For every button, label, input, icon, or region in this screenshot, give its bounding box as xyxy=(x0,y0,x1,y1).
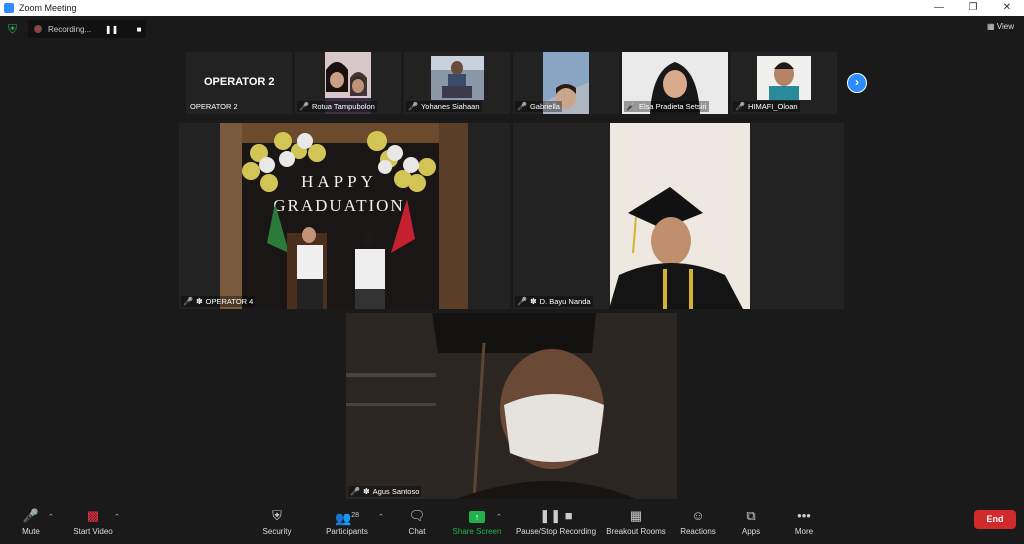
breakout-rooms-button[interactable]: ▦ Breakout Rooms xyxy=(604,507,668,536)
stop-recording-button[interactable]: ■ xyxy=(132,25,146,34)
participants-icon: 👥28 xyxy=(335,510,359,526)
mic-muted-icon: 🎤 xyxy=(735,102,745,111)
window-title: Zoom Meeting xyxy=(19,3,77,13)
close-button[interactable]: ✕ xyxy=(990,0,1024,16)
participant-label: 🎤 ✽ D. Bayu Nanda xyxy=(515,296,593,307)
pause-stop-recording-button[interactable]: ❚❚ ■ Pause/Stop Recording xyxy=(514,507,598,536)
participants-count: 28 xyxy=(351,512,359,519)
security-button[interactable]: ⛨ Security xyxy=(258,507,296,536)
participants-options-caret[interactable]: ⌃ xyxy=(378,513,384,521)
pause-stop-icon: ❚❚ ■ xyxy=(539,508,573,523)
mic-muted-icon: 🎤 xyxy=(517,297,527,306)
mic-muted-icon: 🎤 xyxy=(626,102,636,111)
reactions-button[interactable]: ☺ Reactions xyxy=(678,507,718,536)
more-button[interactable]: ••• More xyxy=(790,507,818,536)
view-button[interactable]: ▦ View xyxy=(987,22,1014,31)
mic-muted-icon: 🎤 xyxy=(350,487,360,496)
pause-recording-button[interactable]: ❚❚ xyxy=(105,25,119,34)
participant-video xyxy=(346,313,677,499)
smiley-icon: ☺ xyxy=(691,508,705,523)
pin-icon: ✽ xyxy=(529,297,537,306)
zoom-logo-icon xyxy=(4,3,14,13)
microphone-icon: 🎤 xyxy=(22,508,40,523)
minimize-button[interactable]: — xyxy=(922,0,956,16)
video-tile-operator4[interactable]: HAPPY GRADUATION 🎤 ✽ OPERATOR 4 xyxy=(179,123,510,309)
start-video-button[interactable]: ▩ Start Video xyxy=(68,507,118,536)
maximize-button[interactable]: ❐ xyxy=(956,0,990,16)
video-tile-agus-santoso[interactable]: 🎤 ✽ Agus Santoso xyxy=(346,313,677,499)
share-screen-icon: ↑ xyxy=(452,507,502,525)
participant-label: 🎤 Rotua Tampubolon xyxy=(297,101,377,112)
mic-muted-icon: 🎤 xyxy=(183,297,193,306)
participant-label: 🎤 Elsa Pradieta Setsiri xyxy=(624,101,709,112)
participant-label: 🎤 Yohanes Siahaan xyxy=(406,101,482,112)
security-shield-icon: ⛨ xyxy=(272,508,282,523)
participant-label: 🎤 Gabriella xyxy=(515,101,562,112)
chat-button[interactable]: 🗨 Chat xyxy=(404,507,430,536)
mic-muted-icon: 🎤 xyxy=(299,102,309,111)
end-meeting-button[interactable]: End xyxy=(974,510,1016,529)
recording-label: Recording... xyxy=(48,24,92,34)
participant-label: OPERATOR 2 xyxy=(190,102,238,111)
next-page-button[interactable]: › xyxy=(847,73,867,93)
participants-button[interactable]: 👥28 Participants xyxy=(324,507,370,536)
participant-label: 🎤 ✽ OPERATOR 4 xyxy=(181,296,256,307)
view-label: View xyxy=(996,22,1014,31)
pin-icon: ✽ xyxy=(195,297,203,306)
mic-muted-icon: 🎤 xyxy=(517,102,527,111)
pin-icon: ✽ xyxy=(362,487,370,496)
participant-video xyxy=(609,123,750,309)
grid-icon: ▦ xyxy=(987,22,995,31)
participant-tile[interactable]: 🎤 Rotua Tampubolon xyxy=(295,52,401,114)
video-tile-bayu-nanda[interactable]: 🎤 ✽ D. Bayu Nanda xyxy=(513,123,844,309)
window-titlebar: Zoom Meeting — ❐ ✕ xyxy=(0,0,1024,16)
encryption-shield-icon[interactable]: ⛨ xyxy=(8,22,20,36)
apps-icon: ⧉ xyxy=(746,508,756,523)
share-screen-button[interactable]: ↑ Share Screen xyxy=(452,507,502,536)
svg-text:GRADUATION: GRADUATION xyxy=(273,196,404,215)
audio-options-caret[interactable]: ⌃ xyxy=(48,513,54,521)
participant-video: HAPPY GRADUATION xyxy=(220,123,468,309)
participant-tile[interactable]: 🎤 HIMAFI_Oloan xyxy=(731,52,837,114)
record-dot-icon xyxy=(34,25,42,33)
video-camera-off-icon: ▩ xyxy=(86,508,100,523)
participant-tile[interactable]: 🎤 Elsa Pradieta Setsiri xyxy=(622,52,728,114)
recording-indicator: Recording... ❚❚ ■ xyxy=(28,20,146,38)
participant-name-display: OPERATOR 2 xyxy=(204,76,275,88)
mic-muted-icon: 🎤 xyxy=(408,102,418,111)
share-options-caret[interactable]: ⌃ xyxy=(496,513,502,521)
participant-tile[interactable]: 🎤 Yohanes Siahaan xyxy=(404,52,510,114)
participant-label: 🎤 ✽ Agus Santoso xyxy=(348,486,422,497)
video-options-caret[interactable]: ⌃ xyxy=(114,513,120,521)
participant-tile[interactable]: 🎤 Gabriella xyxy=(513,52,619,114)
mute-button[interactable]: 🎤 Mute xyxy=(14,507,48,536)
participant-tile-operator2[interactable]: OPERATOR 2 OPERATOR 2 xyxy=(186,52,292,114)
ellipsis-icon: ••• xyxy=(797,508,811,523)
participant-label: 🎤 HIMAFI_Oloan xyxy=(733,101,800,112)
breakout-grid-icon: ▦ xyxy=(629,508,643,523)
meeting-toolbar: 🎤 Mute ⌃ ▩ Start Video ⌃ ⛨ Security 👥28 … xyxy=(0,507,1024,544)
svg-text:HAPPY: HAPPY xyxy=(301,172,377,191)
apps-button[interactable]: ⧉ Apps xyxy=(738,507,764,536)
chat-bubble-icon: 🗨 xyxy=(408,508,426,523)
